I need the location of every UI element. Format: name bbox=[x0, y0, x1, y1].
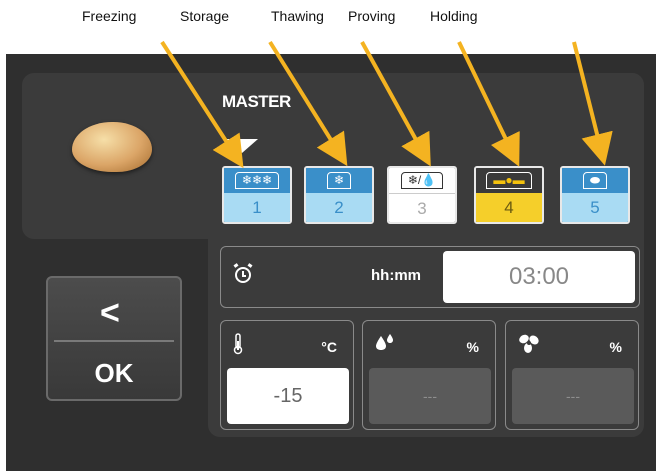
bread-loaf-icon: ⬬ bbox=[582, 172, 608, 189]
ok-label: OK bbox=[94, 358, 134, 388]
temperature-unit: °C bbox=[321, 339, 337, 355]
fan-value-field[interactable]: --- bbox=[512, 368, 634, 424]
timer-row: hh:mm 03:00 bbox=[220, 246, 640, 308]
caption-thawing: Thawing bbox=[271, 8, 324, 24]
master-marker-icon bbox=[226, 139, 258, 153]
humidity-unit: % bbox=[466, 339, 479, 355]
triple-snowflake-icon: ❄❄❄ bbox=[234, 172, 280, 189]
temperature-value-field[interactable]: -15 bbox=[227, 368, 349, 424]
timer-value-field[interactable]: 03:00 bbox=[443, 251, 635, 303]
water-drops-icon bbox=[376, 334, 393, 350]
caption-storage: Storage bbox=[180, 8, 230, 24]
phase-button-3[interactable]: ❄/💧 3 bbox=[387, 166, 457, 224]
alarm-clock-icon bbox=[235, 267, 251, 283]
timer-format-label: hh:mm bbox=[371, 267, 421, 284]
divider bbox=[54, 340, 174, 342]
phase-number: 5 bbox=[562, 193, 628, 222]
fan-icon bbox=[519, 334, 539, 353]
fan-setting: % --- bbox=[505, 320, 639, 430]
thermometer-icon bbox=[233, 333, 243, 355]
phase-number: 3 bbox=[389, 193, 455, 222]
phase-number: 1 bbox=[224, 193, 290, 222]
snowflake-drop-icon: ❄/💧 bbox=[400, 172, 444, 189]
phase-button-4[interactable]: ▬●▬ 4 bbox=[474, 166, 544, 224]
master-label: MASTER bbox=[222, 92, 291, 111]
proving-bread-icon: ▬●▬ bbox=[486, 172, 532, 189]
phase-number: 4 bbox=[476, 193, 542, 222]
caption-proving: Proving bbox=[348, 8, 396, 24]
back-ok-button[interactable]: < OK bbox=[46, 276, 182, 401]
caption-freezing: Freezing bbox=[82, 8, 137, 24]
back-chevron-icon: < bbox=[100, 294, 120, 332]
bread-image bbox=[72, 122, 152, 172]
snowflake-icon: ❄ bbox=[326, 172, 352, 189]
caption-holding: Holding bbox=[430, 8, 478, 24]
phase-button-2[interactable]: ❄ 2 bbox=[304, 166, 374, 224]
phase-number: 2 bbox=[306, 193, 372, 222]
temperature-setting: °C -15 bbox=[220, 320, 354, 430]
fan-unit: % bbox=[609, 339, 622, 355]
phase-button-1[interactable]: ❄❄❄ 1 bbox=[222, 166, 292, 224]
humidity-value-field[interactable]: --- bbox=[369, 368, 491, 424]
humidity-setting: % --- bbox=[362, 320, 496, 430]
phase-button-5[interactable]: ⬬ 5 bbox=[560, 166, 630, 224]
